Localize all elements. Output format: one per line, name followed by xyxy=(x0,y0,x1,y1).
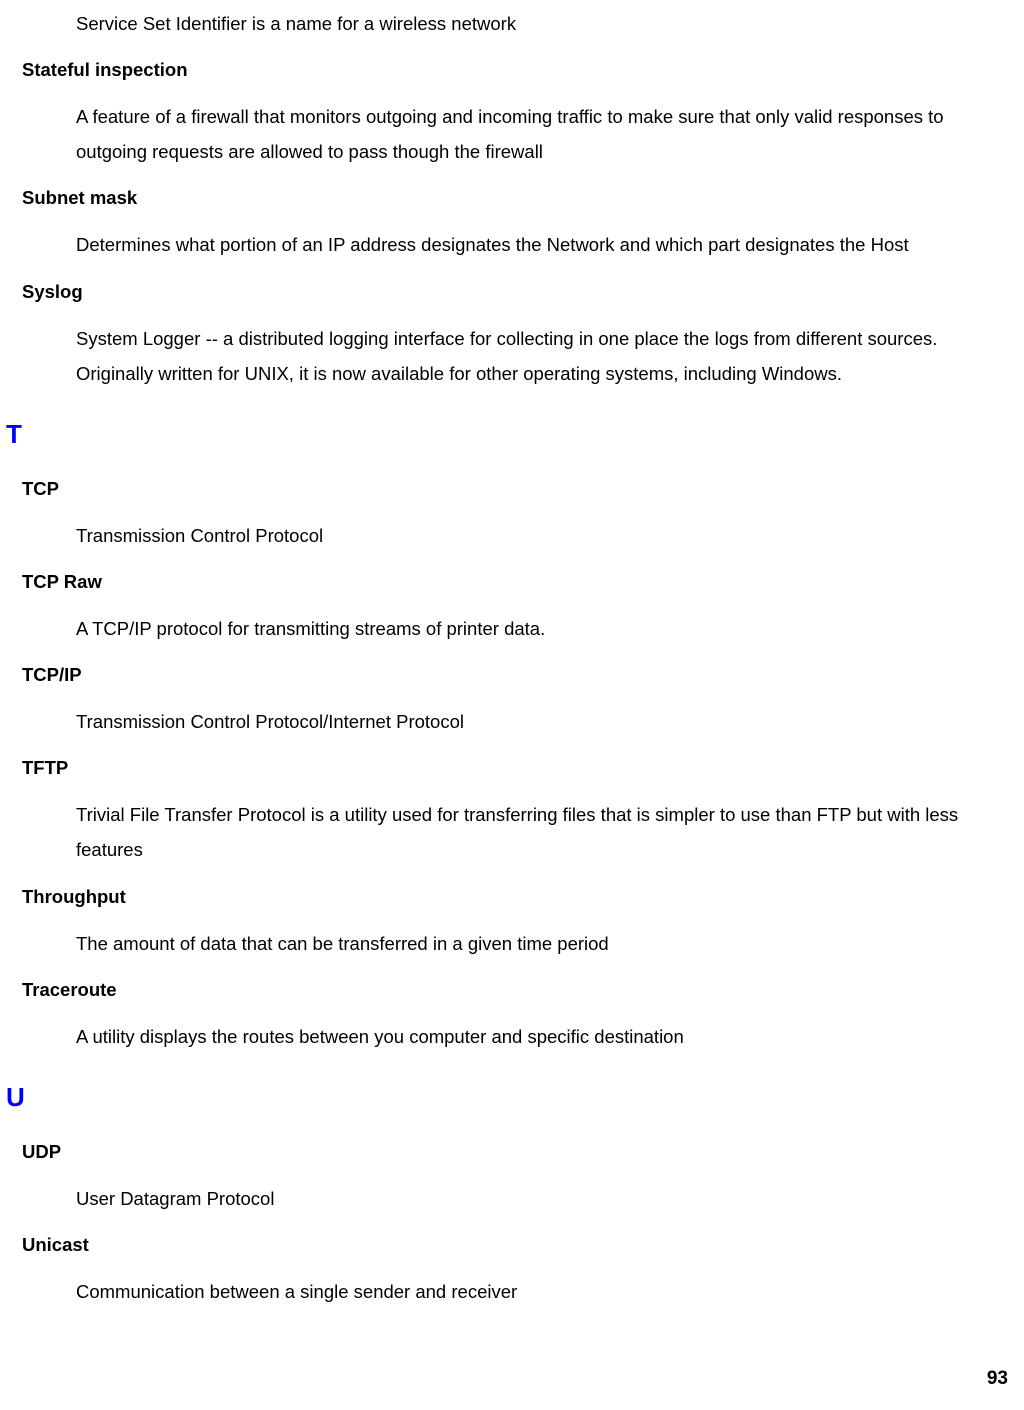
glossary-term: Unicast xyxy=(22,1234,1008,1256)
glossary-term: TCP Raw xyxy=(22,571,1008,593)
glossary-term: Syslog xyxy=(22,281,1008,303)
glossary-definition: Communication between a single sender an… xyxy=(76,1274,1008,1309)
glossary-definition: Service Set Identifier is a name for a w… xyxy=(76,6,1008,41)
glossary-term: TFTP xyxy=(22,757,1008,779)
glossary-definition: Transmission Control Protocol/Internet P… xyxy=(76,704,1008,739)
glossary-term: UDP xyxy=(22,1141,1008,1163)
glossary-term: TCP xyxy=(22,478,1008,500)
glossary-term: Subnet mask xyxy=(22,187,1008,209)
section-heading-u: U xyxy=(6,1082,1008,1113)
glossary-definition: Trivial File Transfer Protocol is a util… xyxy=(76,797,1008,867)
glossary-definition: A feature of a firewall that monitors ou… xyxy=(76,99,1008,169)
glossary-term: Stateful inspection xyxy=(22,59,1008,81)
section-heading-t: T xyxy=(6,419,1008,450)
glossary-definition: The amount of data that can be transferr… xyxy=(76,926,1008,961)
glossary-definition: System Logger -- a distributed logging i… xyxy=(76,321,1008,391)
page-number: 93 xyxy=(987,1368,1008,1390)
glossary-definition: A utility displays the routes between yo… xyxy=(76,1019,1008,1054)
glossary-definition: Determines what portion of an IP address… xyxy=(76,227,1008,262)
glossary-definition: A TCP/IP protocol for transmitting strea… xyxy=(76,611,1008,646)
glossary-term: TCP/IP xyxy=(22,664,1008,686)
glossary-term: Traceroute xyxy=(22,979,1008,1001)
glossary-definition: User Datagram Protocol xyxy=(76,1181,1008,1216)
glossary-definition: Transmission Control Protocol xyxy=(76,518,1008,553)
glossary-term: Throughput xyxy=(22,886,1008,908)
